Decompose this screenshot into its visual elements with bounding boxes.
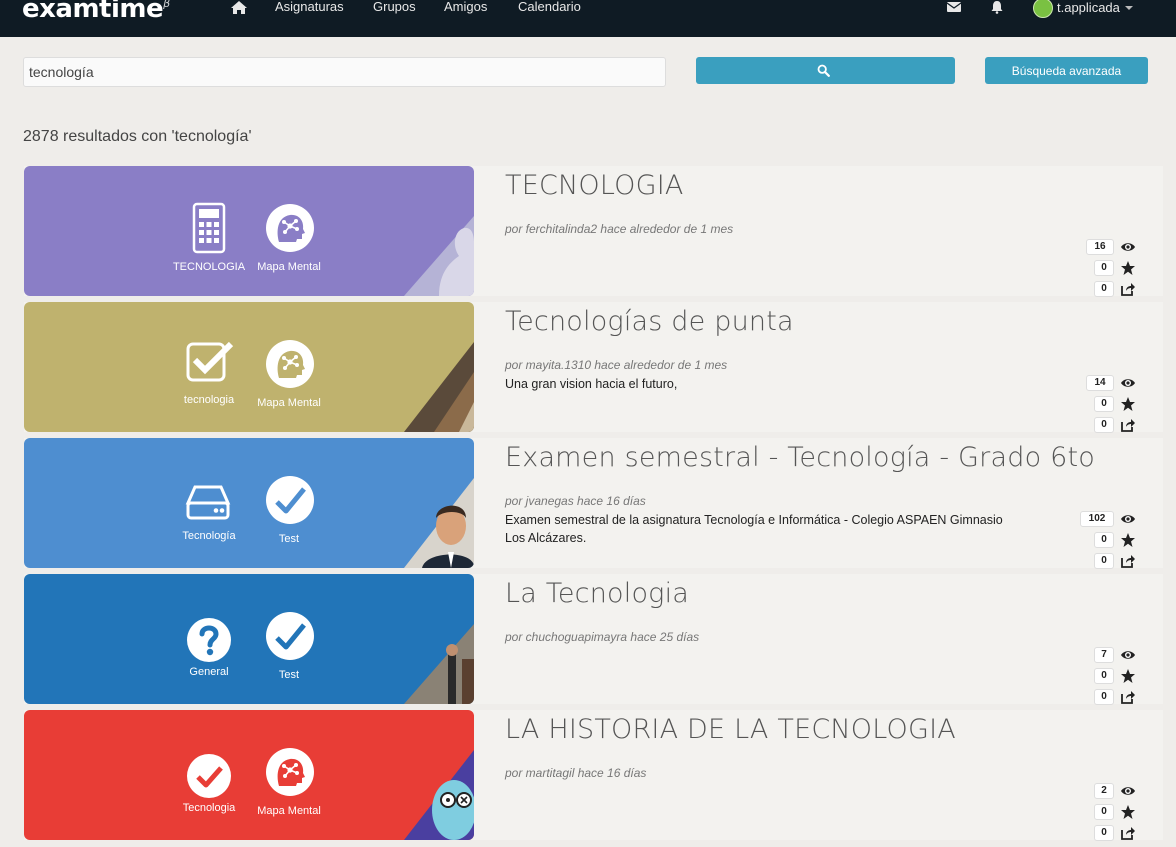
star-icon bbox=[1121, 533, 1135, 547]
share-icon bbox=[1121, 555, 1135, 568]
hard-drive-icon bbox=[185, 485, 231, 520]
shares-count: 0 bbox=[1094, 417, 1114, 433]
calculator-icon bbox=[192, 202, 226, 254]
checkbox-icon bbox=[186, 341, 234, 382]
result-meta: por martitagil hace 16 días bbox=[505, 766, 647, 780]
nav-asignaturas[interactable]: Asignaturas bbox=[275, 0, 344, 14]
result-title[interactable]: Tecnologías de punta bbox=[505, 306, 794, 337]
thumbnail-photo bbox=[404, 478, 474, 568]
shares-count: 0 bbox=[1094, 689, 1114, 705]
nav-calendario[interactable]: Calendario bbox=[518, 0, 581, 14]
type-label: Mapa Mental bbox=[257, 261, 321, 273]
result-item[interactable]: tecnologia Mapa Mental Tecnologías de pu… bbox=[24, 302, 1163, 433]
mind-map-icon bbox=[266, 204, 314, 252]
shares-count: 0 bbox=[1094, 281, 1114, 297]
shares-count: 0 bbox=[1094, 553, 1114, 569]
eye-icon bbox=[1121, 379, 1135, 387]
mind-map-icon bbox=[266, 748, 314, 796]
views-count: 7 bbox=[1094, 647, 1114, 663]
nav-grupos[interactable]: Grupos bbox=[373, 0, 416, 14]
nav-amigos[interactable]: Amigos bbox=[444, 0, 487, 14]
search-input[interactable] bbox=[23, 57, 666, 87]
star-icon bbox=[1121, 805, 1135, 819]
envelope-icon[interactable] bbox=[946, 0, 962, 14]
views-count: 16 bbox=[1086, 239, 1114, 255]
avatar bbox=[1033, 0, 1053, 18]
thumbnail-photo bbox=[404, 624, 474, 704]
subject-label: TECNOLOGIA bbox=[172, 261, 246, 273]
share-icon bbox=[1121, 419, 1135, 432]
check-circle-icon bbox=[266, 612, 314, 660]
star-icon bbox=[1121, 397, 1135, 411]
examtime-logo[interactable]: examtimeβ bbox=[22, 0, 170, 24]
result-item[interactable]: TECNOLOGIA Mapa Mental TECNOLOGIA por fe… bbox=[24, 166, 1163, 297]
favorites-count: 0 bbox=[1094, 260, 1114, 276]
thumbnail-photo bbox=[404, 342, 474, 432]
result-description: Examen semestral de la asignatura Tecnol… bbox=[505, 513, 1003, 545]
thumbnail-photo bbox=[404, 750, 474, 840]
subject-label: Tecnologia bbox=[182, 802, 236, 814]
result-title[interactable]: La Tecnologia bbox=[505, 578, 689, 609]
eye-icon bbox=[1121, 651, 1135, 659]
home-icon[interactable] bbox=[230, 0, 248, 16]
advanced-search-button[interactable]: Búsqueda avanzada bbox=[985, 57, 1148, 84]
result-title[interactable]: TECNOLOGIA bbox=[505, 170, 684, 201]
share-icon bbox=[1121, 691, 1135, 704]
top-navbar: examtimeβ Asignaturas Grupos Amigos Cale… bbox=[0, 0, 1176, 37]
subject-label: tecnologia bbox=[183, 394, 235, 406]
result-title[interactable]: Examen semestral - Tecnología - Grado 6t… bbox=[505, 442, 1095, 473]
bell-icon[interactable] bbox=[989, 0, 1005, 14]
check-circle-icon bbox=[187, 754, 231, 798]
views-count: 14 bbox=[1086, 375, 1114, 391]
result-description: Una gran vision hacia el futuro, bbox=[505, 377, 678, 391]
favorites-count: 0 bbox=[1094, 804, 1114, 820]
favorites-count: 0 bbox=[1094, 396, 1114, 412]
result-thumbnail[interactable]: TECNOLOGIA Mapa Mental bbox=[24, 166, 474, 296]
type-label: Test bbox=[278, 533, 300, 545]
eye-icon bbox=[1121, 787, 1135, 795]
type-label: Test bbox=[278, 669, 300, 681]
share-icon bbox=[1121, 283, 1135, 296]
subject-label: Tecnología bbox=[182, 530, 236, 542]
eye-icon bbox=[1121, 515, 1135, 523]
eye-icon bbox=[1121, 243, 1135, 251]
favorites-count: 0 bbox=[1094, 532, 1114, 548]
search-icon bbox=[817, 64, 830, 77]
result-meta: por ferchitalinda2 hace alrededor de 1 m… bbox=[505, 222, 734, 236]
result-thumbnail[interactable]: General Test bbox=[24, 574, 474, 704]
results-count: 2878 resultados con 'tecnología' bbox=[23, 128, 252, 145]
check-circle-icon bbox=[266, 476, 314, 524]
chevron-down-icon bbox=[1125, 6, 1133, 10]
result-item[interactable]: Tecnología Test Examen semestral - Tecno… bbox=[24, 438, 1163, 569]
result-item[interactable]: Tecnologia Mapa Mental LA HISTORIA DE LA… bbox=[24, 710, 1163, 841]
type-label: Mapa Mental bbox=[257, 805, 321, 817]
type-label: Mapa Mental bbox=[257, 397, 321, 409]
shares-count: 0 bbox=[1094, 825, 1114, 841]
result-title[interactable]: LA HISTORIA DE LA TECNOLOGIA bbox=[505, 714, 956, 745]
result-meta: por jvanegas hace 16 días bbox=[505, 494, 646, 508]
views-count: 2 bbox=[1094, 783, 1114, 799]
result-thumbnail[interactable]: Tecnologia Mapa Mental bbox=[24, 710, 474, 840]
favorites-count: 0 bbox=[1094, 668, 1114, 684]
result-meta: por chuchoguapimayra hace 25 días bbox=[505, 630, 700, 644]
subject-label: General bbox=[189, 666, 229, 678]
mind-map-icon bbox=[266, 340, 314, 388]
views-count: 102 bbox=[1080, 511, 1114, 527]
result-thumbnail[interactable]: Tecnología Test bbox=[24, 438, 474, 568]
star-icon bbox=[1121, 669, 1135, 683]
search-button[interactable] bbox=[696, 57, 955, 84]
result-thumbnail[interactable]: tecnologia Mapa Mental bbox=[24, 302, 474, 432]
user-name: t.applicada bbox=[1057, 0, 1120, 15]
question-icon bbox=[187, 618, 231, 662]
result-item[interactable]: General Test La Tecnologia por chuchogua… bbox=[24, 574, 1163, 705]
star-icon bbox=[1121, 261, 1135, 275]
result-meta: por mayita.1310 hace alrededor de 1 mes bbox=[505, 358, 728, 372]
thumbnail-photo bbox=[404, 216, 474, 296]
share-icon bbox=[1121, 827, 1135, 840]
